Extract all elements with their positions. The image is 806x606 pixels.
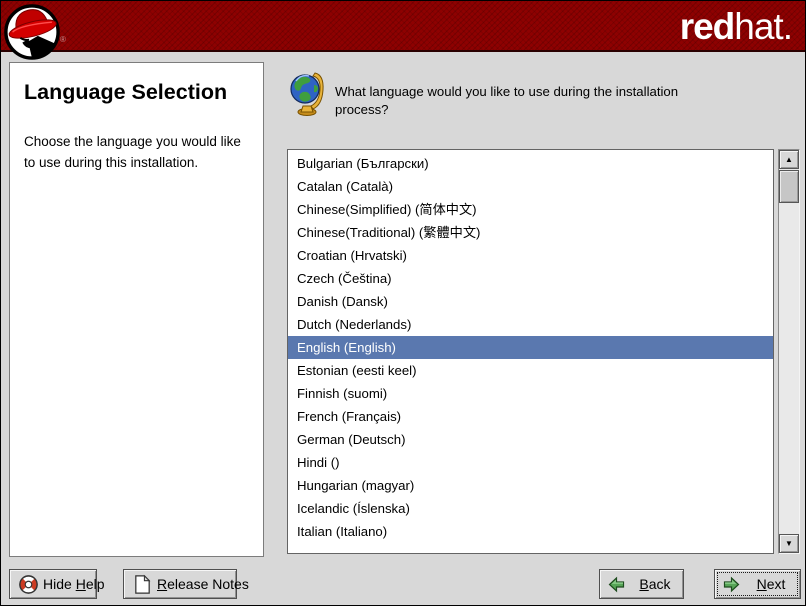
page-title: Language Selection (24, 80, 251, 105)
scroll-up-icon: ▲ (785, 155, 793, 164)
language-option-selected[interactable]: English (English) (288, 336, 773, 359)
language-list[interactable]: Bulgarian (Български)Catalan (Català)Chi… (287, 149, 774, 554)
scrollbar-thumb[interactable] (779, 170, 799, 203)
language-option[interactable]: Hindi () (288, 451, 773, 474)
language-option[interactable]: Bulgarian (Български) (288, 152, 773, 175)
language-option[interactable]: Czech (Čeština) (288, 267, 773, 290)
installer-window: redhat. ® Language Selection Choose the … (0, 0, 806, 606)
language-list-scrollbar[interactable]: ▲ ▼ (778, 149, 800, 554)
scroll-up-button[interactable]: ▲ (779, 150, 799, 169)
redhat-logotype: redhat. (680, 5, 792, 49)
next-button[interactable]: Next (714, 569, 801, 599)
language-option[interactable]: Icelandic (Íslenska) (288, 497, 773, 520)
hide-help-label: Hide Help (43, 576, 105, 592)
registered-trademark: ® (60, 35, 66, 44)
arrow-left-icon (608, 576, 625, 593)
help-text: Choose the language you would like to us… (24, 132, 251, 173)
next-label: Next (750, 576, 792, 592)
language-option[interactable]: Hungarian (magyar) (288, 474, 773, 497)
language-option[interactable]: French (Français) (288, 405, 773, 428)
scroll-down-button[interactable]: ▼ (779, 534, 799, 553)
hide-help-button[interactable]: Hide Help (9, 569, 97, 599)
language-option[interactable]: Chinese(Traditional) (繁體中文) (288, 221, 773, 244)
life-ring-icon (18, 574, 39, 595)
language-option[interactable]: Italian (Italiano) (288, 520, 773, 543)
globe-icon (289, 70, 326, 116)
document-icon (132, 574, 153, 595)
language-option[interactable]: German (Deutsch) (288, 428, 773, 451)
language-option[interactable]: Finnish (suomi) (288, 382, 773, 405)
language-option[interactable]: Catalan (Català) (288, 175, 773, 198)
brand-bold: red (680, 6, 735, 47)
language-option[interactable]: Dutch (Nederlands) (288, 313, 773, 336)
brand-rest: hat. (734, 6, 792, 47)
help-panel: Language Selection Choose the language y… (9, 62, 264, 557)
arrow-right-icon (723, 576, 740, 593)
release-notes-button[interactable]: Release Notes (123, 569, 237, 599)
language-option[interactable]: Chinese(Simplified) (简体中文) (288, 198, 773, 221)
question-row: What language would you like to use duri… (289, 70, 693, 120)
question-text: What language would you like to use duri… (335, 83, 693, 120)
language-option[interactable]: Estonian (eesti keel) (288, 359, 773, 382)
scroll-down-icon: ▼ (785, 539, 793, 548)
back-button[interactable]: Back (599, 569, 684, 599)
release-notes-label: Release Notes (157, 576, 249, 592)
back-label: Back (635, 576, 675, 592)
redhat-shadowman-icon (3, 3, 61, 61)
language-option[interactable]: Croatian (Hrvatski) (288, 244, 773, 267)
language-option[interactable]: Danish (Dansk) (288, 290, 773, 313)
